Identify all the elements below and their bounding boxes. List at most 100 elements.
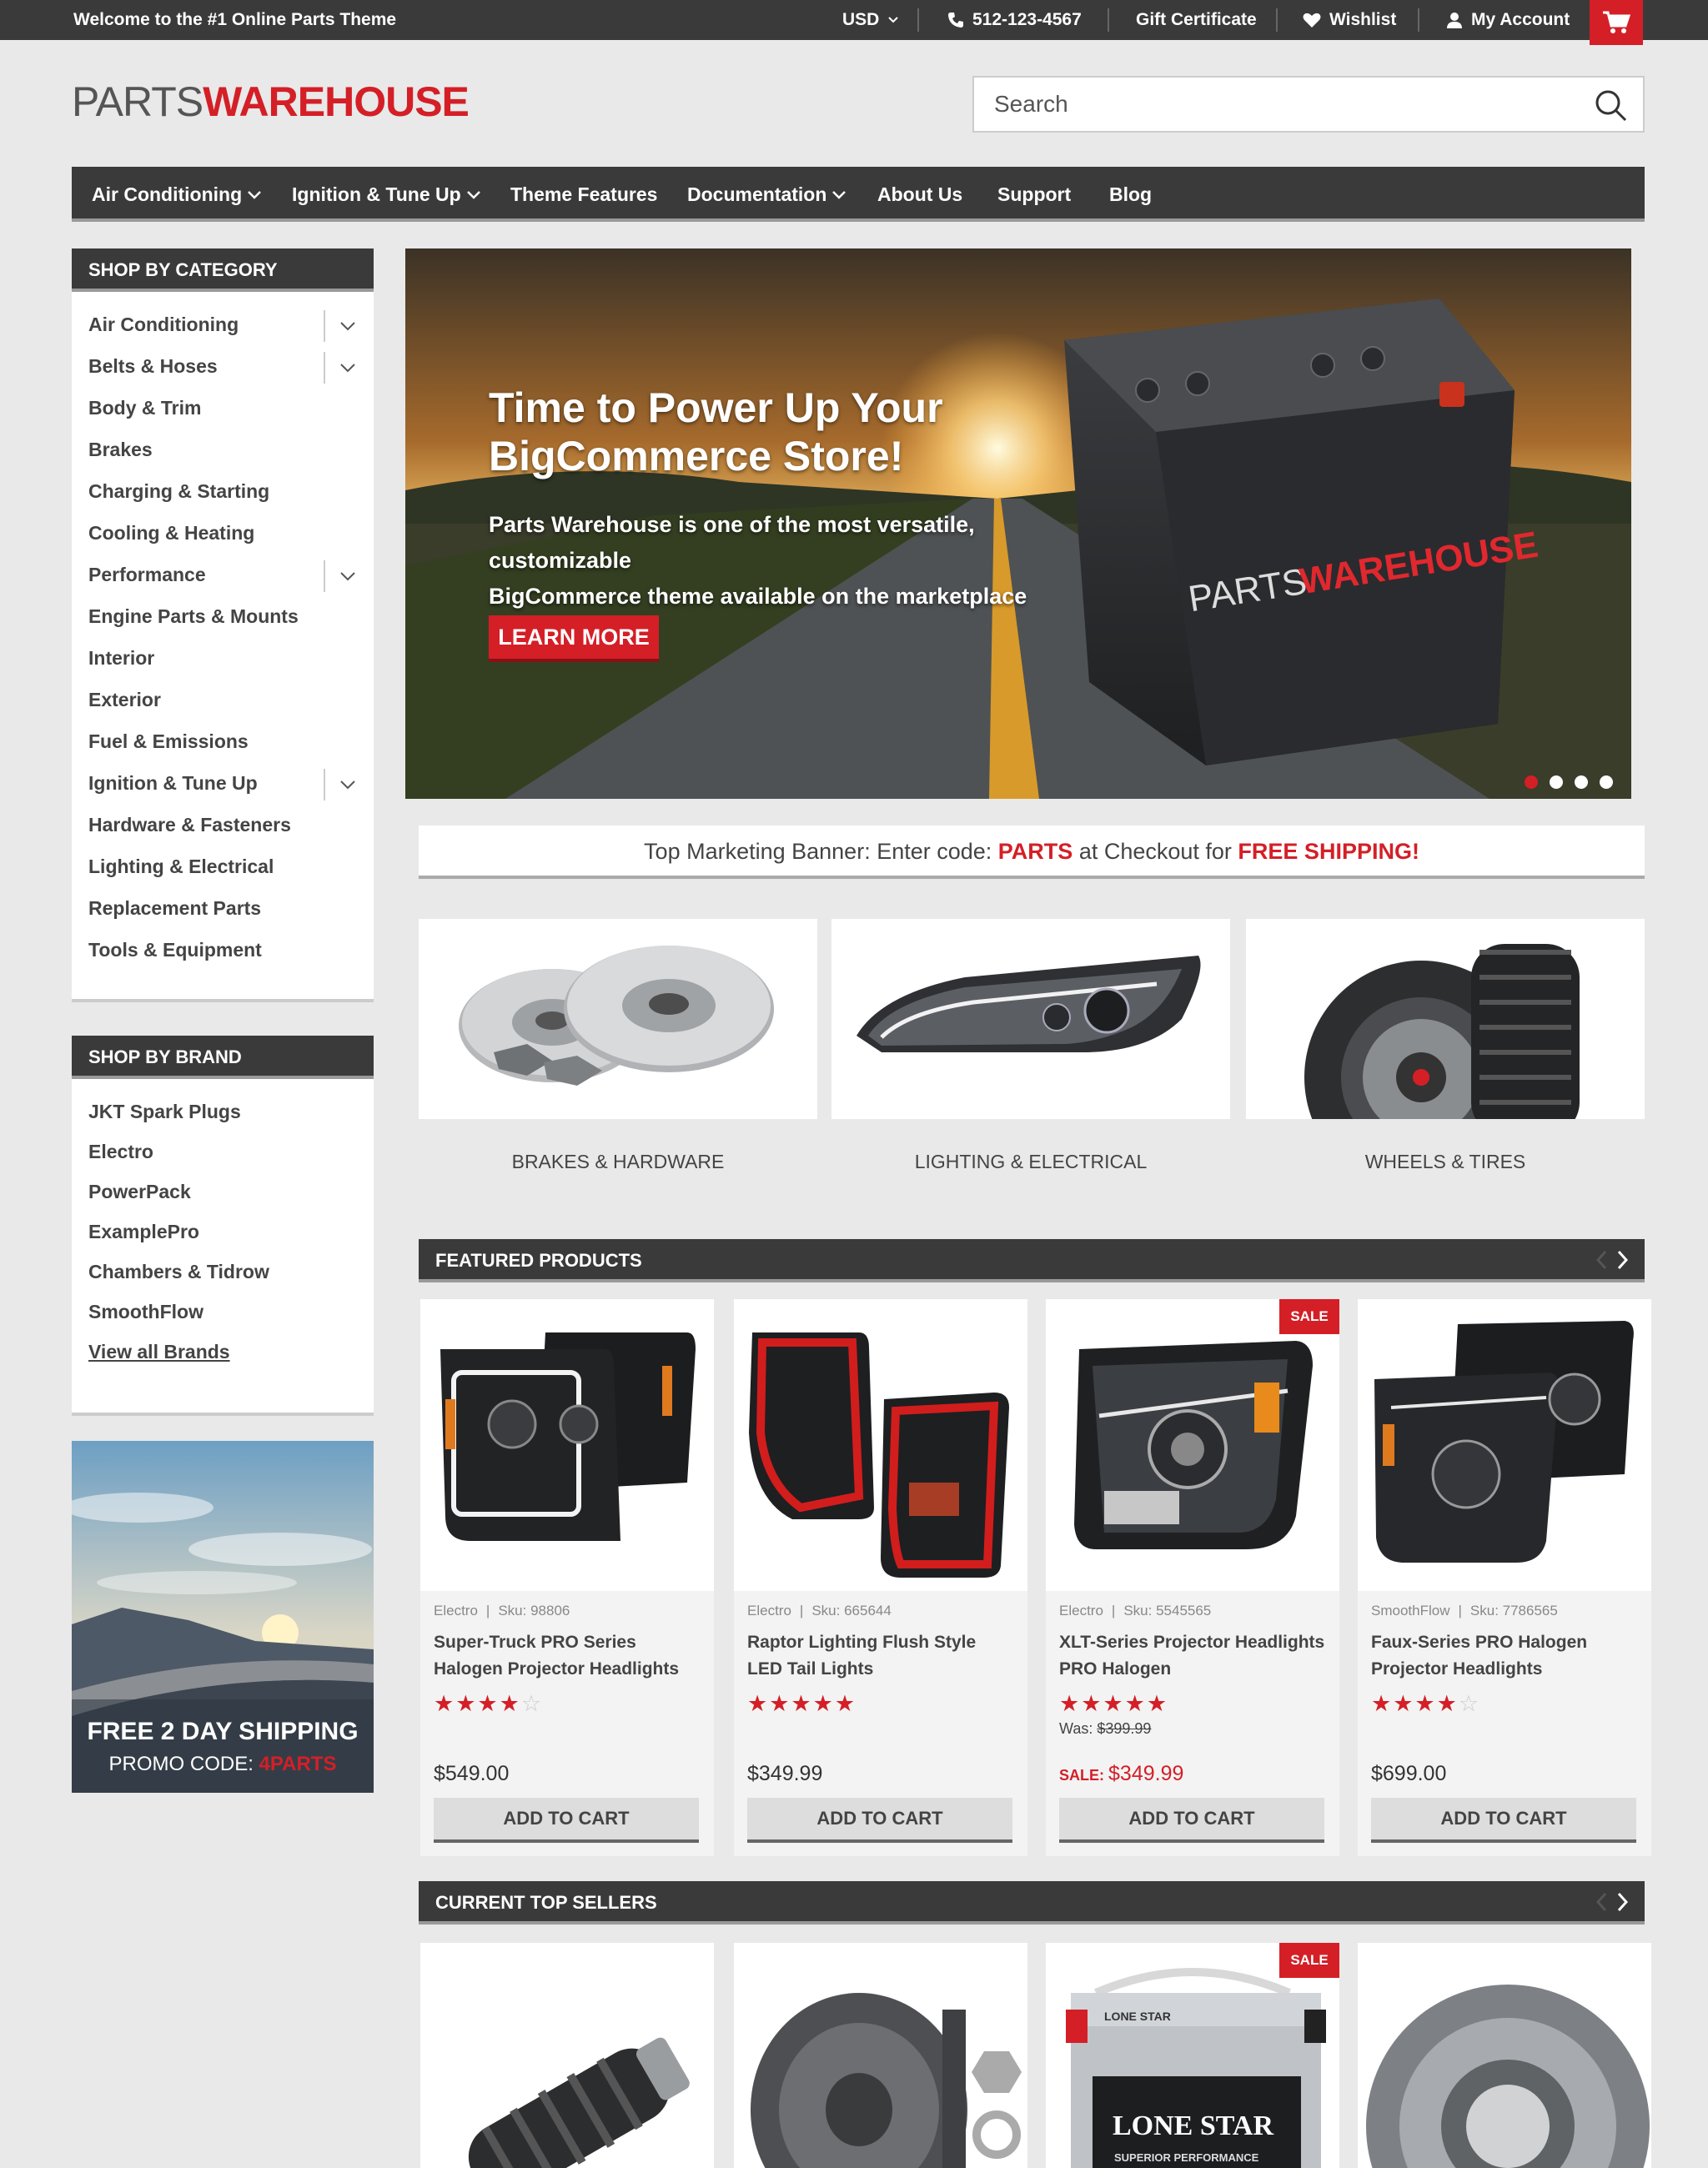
category-item[interactable]: Air Conditioning <box>72 304 374 345</box>
tile-label-lighting[interactable]: LIGHTING & ELECTRICAL <box>831 1151 1230 1173</box>
cart-button[interactable] <box>1590 0 1643 45</box>
product-image[interactable] <box>1358 1299 1651 1591</box>
slider-dot-2[interactable] <box>1550 775 1563 789</box>
product-card[interactable]: Electro | Sku: 665644 Raptor Lighting Flus… <box>734 1299 1027 1856</box>
category-item[interactable]: Ignition & Tune Up <box>72 762 374 804</box>
brand-item[interactable]: PowerPack <box>72 1171 374 1211</box>
product-brand[interactable]: Electro <box>747 1603 791 1618</box>
category-item[interactable]: Lighting & Electrical <box>72 846 374 887</box>
product-card[interactable]: SALE LONE STAR LONE STAR SUPERIOR PERFOR… <box>1046 1943 1339 2168</box>
category-item[interactable]: Hardware & Fasteners <box>72 804 374 846</box>
cart-icon <box>1603 11 1630 33</box>
product-name[interactable]: Faux-Series PRO Halogen Projector Headli… <box>1371 1629 1638 1684</box>
category-label: Belts & Hoses <box>88 355 218 377</box>
nav-item-about-us[interactable]: About Us <box>877 183 962 206</box>
chevron-right-icon[interactable] <box>1616 1891 1630 1913</box>
brand-item[interactable]: Electro <box>72 1131 374 1171</box>
tile-wheels-image[interactable] <box>1246 919 1645 1119</box>
tile-brakes-image[interactable] <box>419 919 817 1119</box>
product-name[interactable]: XLT-Series Projector Headlights PRO Halo… <box>1059 1629 1326 1684</box>
category-item[interactable]: Body & Trim <box>72 387 374 429</box>
expand-toggle[interactable] <box>324 310 370 342</box>
category-item[interactable]: Cooling & Heating <box>72 512 374 554</box>
hero-title-line2: BigCommerce Store! <box>489 433 904 479</box>
tile-label-brakes[interactable]: BRAKES & HARDWARE <box>419 1151 817 1173</box>
expand-toggle[interactable] <box>324 560 370 592</box>
category-item[interactable]: Tools & Equipment <box>72 929 374 971</box>
slider-dot-3[interactable] <box>1575 775 1588 789</box>
slider-dots <box>1525 775 1613 789</box>
top-sellers-heading: CURRENT TOP SELLERS <box>419 1881 1645 1925</box>
product-image[interactable] <box>734 1299 1027 1591</box>
pulley-image <box>751 1993 1022 2168</box>
brand-item[interactable]: SmoothFlow <box>72 1291 374 1331</box>
nav-label: Support <box>997 183 1072 205</box>
learn-more-button[interactable]: LEARN MORE <box>489 615 659 662</box>
add-to-cart-button[interactable]: ADD TO CART <box>747 1798 1012 1843</box>
brand-item[interactable]: JKT Spark Plugs <box>72 1091 374 1131</box>
nav-item-ignition[interactable]: Ignition & Tune Up <box>292 183 481 206</box>
nav-item-theme-features[interactable]: Theme Features <box>510 183 657 206</box>
chevron-right-icon[interactable] <box>1616 1249 1630 1271</box>
product-brand[interactable]: Electro <box>1059 1603 1103 1618</box>
promo-code-line: PROMO CODE: 4PARTS <box>72 1753 374 1776</box>
brand-item[interactable]: Chambers & Tidrow <box>72 1251 374 1291</box>
was-price-line: Was: $399.99 <box>1059 1720 1326 1738</box>
search-icon[interactable] <box>1595 89 1628 123</box>
category-item[interactable]: Engine Parts & Mounts <box>72 595 374 637</box>
expand-toggle[interactable] <box>324 352 370 384</box>
search-box <box>972 76 1645 133</box>
site-logo[interactable]: PARTSWAREHOUSE <box>72 80 470 123</box>
divider <box>917 8 919 32</box>
product-card[interactable] <box>734 1943 1027 2168</box>
product-card[interactable]: SmoothFlow | Sku: 7786565 Faux-Series PRO … <box>1358 1299 1651 1856</box>
phone-link[interactable]: 512-123-4567 <box>947 10 1082 30</box>
product-image[interactable] <box>1046 1299 1339 1591</box>
slider-dot-4[interactable] <box>1600 775 1613 789</box>
product-card[interactable]: SALE Electro | Sku: 5545565 XLT-Series Pro… <box>1046 1299 1339 1856</box>
chevron-down-icon <box>340 780 355 790</box>
currency-selector[interactable]: USD <box>842 10 899 30</box>
product-card[interactable] <box>420 1943 714 2168</box>
chevron-left-icon[interactable] <box>1595 1249 1608 1271</box>
nav-item-documentation[interactable]: Documentation <box>687 183 846 206</box>
account-link[interactable]: My Account <box>1446 10 1570 30</box>
gift-certificate-link[interactable]: Gift Certificate <box>1136 10 1257 30</box>
product-brand[interactable]: Electro <box>434 1603 478 1618</box>
product-card[interactable] <box>1358 1943 1651 2168</box>
product-name[interactable]: Super-Truck PRO Series Halogen Projector… <box>434 1629 701 1684</box>
category-item[interactable]: Fuel & Emissions <box>72 720 374 762</box>
product-image[interactable] <box>420 1299 714 1591</box>
category-item[interactable]: Charging & Starting <box>72 470 374 512</box>
category-item[interactable]: Interior <box>72 637 374 679</box>
hero-subtitle-line2: BigCommerce theme available on the marke… <box>489 584 1027 609</box>
product-brand[interactable]: SmoothFlow <box>1371 1603 1449 1618</box>
was-label: Was: <box>1059 1720 1098 1737</box>
brand-item[interactable]: ExamplePro <box>72 1211 374 1251</box>
category-item[interactable]: Performance <box>72 554 374 595</box>
search-input[interactable] <box>974 78 1558 131</box>
chevron-left-icon[interactable] <box>1595 1891 1608 1913</box>
category-item[interactable]: Replacement Parts <box>72 887 374 929</box>
main-nav: Air Conditioning Ignition & Tune Up Them… <box>72 167 1645 222</box>
wishlist-link[interactable]: Wishlist <box>1303 10 1396 30</box>
add-to-cart-button[interactable]: ADD TO CART <box>1371 1798 1636 1843</box>
add-to-cart-button[interactable]: ADD TO CART <box>434 1798 699 1843</box>
category-item[interactable]: Brakes <box>72 429 374 470</box>
promo-banner[interactable]: FREE 2 DAY SHIPPING PROMO CODE: 4PARTS <box>72 1441 374 1793</box>
product-name[interactable]: Raptor Lighting Flush Style LED Tail Lig… <box>747 1629 1014 1684</box>
hero-slider[interactable]: PARTS WAREHOUSE Time to Power Up Your Big… <box>405 248 1631 799</box>
category-item[interactable]: Belts & Hoses <box>72 345 374 387</box>
expand-toggle[interactable] <box>324 769 370 800</box>
nav-item-blog[interactable]: Blog <box>1109 183 1152 206</box>
tile-lighting-image[interactable] <box>831 919 1230 1119</box>
rating-stars: ★★★★☆ <box>434 1691 544 1716</box>
nav-item-air-conditioning[interactable]: Air Conditioning <box>92 183 262 206</box>
slider-dot-1[interactable] <box>1525 775 1538 789</box>
add-to-cart-button[interactable]: ADD TO CART <box>1059 1798 1324 1843</box>
nav-item-support[interactable]: Support <box>997 183 1071 206</box>
product-card[interactable]: Electro | Sku: 98806 Super-Truck PRO Serie… <box>420 1299 714 1856</box>
category-item[interactable]: Exterior <box>72 679 374 720</box>
view-all-brands-link[interactable]: View all Brands <box>72 1331 374 1371</box>
tile-label-wheels[interactable]: WHEELS & TIRES <box>1246 1151 1645 1173</box>
